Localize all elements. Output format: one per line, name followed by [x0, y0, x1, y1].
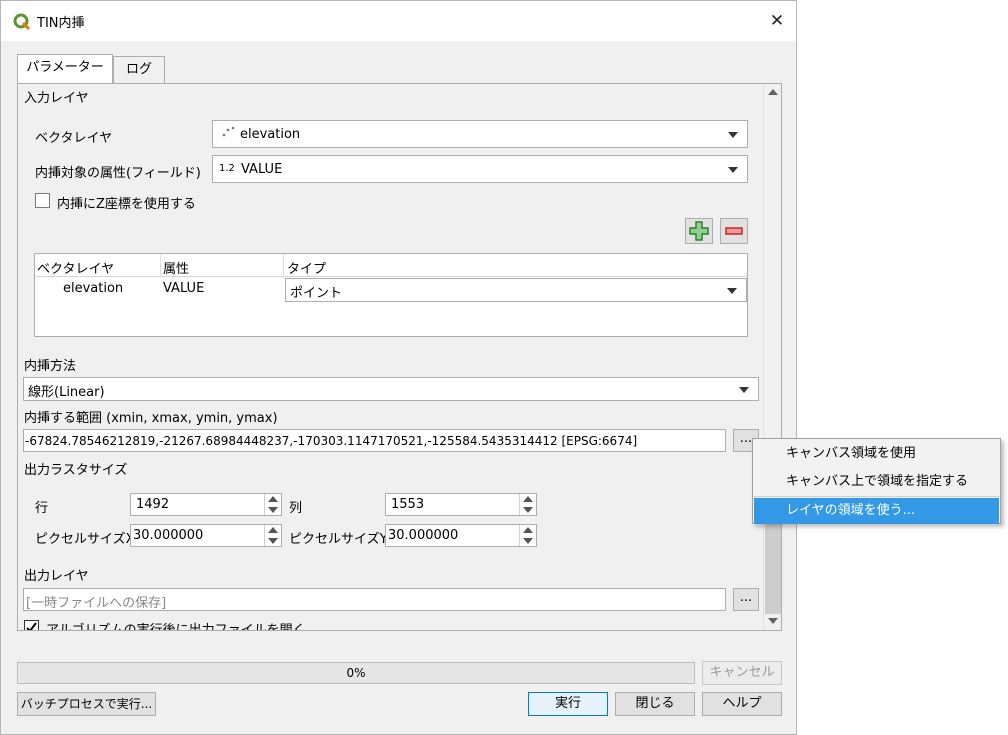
plus-icon: [689, 221, 709, 241]
input-layer-heading: 入力レイヤ: [24, 91, 89, 106]
pixel-size-x-value: 30.000000: [133, 528, 204, 543]
vector-layer-combo[interactable]: elevation: [212, 120, 748, 148]
chevron-down-icon: [728, 132, 738, 138]
rows-spinbox[interactable]: 1492: [130, 493, 282, 516]
menu-separator: [754, 496, 999, 497]
row-attribute: VALUE: [163, 281, 205, 296]
use-z-checkbox[interactable]: [35, 193, 50, 208]
column-header-type[interactable]: タイプ: [287, 258, 326, 277]
chevron-down-icon: [728, 167, 738, 173]
spin-up-icon: [268, 496, 278, 502]
spin-buttons[interactable]: [264, 494, 281, 515]
spin-down-icon: [268, 507, 278, 513]
layers-table: ベクタレイヤ 属性 タイプ elevation VALUE ポイント: [34, 253, 748, 337]
interpolation-method-value: 線形(Linear): [28, 385, 105, 400]
qgis-logo-icon: [13, 13, 31, 31]
output-layer-label: 出力レイヤ: [24, 569, 89, 584]
output-placeholder: [一時ファイルへの保存]: [26, 596, 167, 611]
column-header-attribute[interactable]: 属性: [163, 258, 189, 277]
extent-label: 内挿する範囲 (xmin, xmax, ymin, ymax): [24, 411, 278, 426]
interpolation-method-label: 内挿方法: [24, 359, 77, 374]
scrollbar[interactable]: [763, 84, 781, 630]
run-button[interactable]: 実行: [528, 692, 608, 716]
title-bar: TIN内挿 ✕: [1, 1, 796, 41]
raster-size-label: 出力ラスタサイズ: [24, 463, 128, 478]
help-button[interactable]: ヘルプ: [702, 692, 782, 716]
menu-item-select-on-canvas[interactable]: キャンバス上で領域を指定する: [754, 469, 999, 495]
close-icon[interactable]: ✕: [767, 9, 787, 33]
spin-buttons[interactable]: [519, 494, 536, 515]
extent-value: -67824.78546212819,-21267.68984448237,-1…: [25, 434, 638, 448]
table-row[interactable]: elevation VALUE ポイント: [35, 278, 747, 302]
spin-buttons[interactable]: [264, 525, 281, 546]
remove-layer-button[interactable]: [720, 218, 748, 244]
attribute-value: VALUE: [241, 162, 283, 177]
spin-down-icon: [523, 507, 533, 513]
row-type-combo[interactable]: ポイント: [285, 278, 747, 302]
pixel-size-y-label: ピクセルサイズY: [289, 532, 388, 547]
output-browse-button[interactable]: ...: [733, 588, 759, 611]
batch-process-button[interactable]: バッチプロセスで実行...: [17, 692, 156, 716]
point-layer-icon: [222, 126, 235, 137]
tab-parameters[interactable]: パラメーター: [17, 54, 113, 84]
attribute-label: 内挿対象の属性(フィールド): [35, 166, 201, 181]
close-button[interactable]: 閉じる: [615, 692, 695, 716]
extent-input[interactable]: -67824.78546212819,-21267.68984448237,-1…: [23, 429, 726, 452]
pixel-size-x-spinbox[interactable]: 30.000000: [130, 524, 282, 547]
minus-icon: [725, 227, 743, 235]
progress-bar: 0%: [17, 662, 695, 684]
use-z-label: 内挿にZ座標を使用する: [57, 197, 196, 212]
menu-item-use-layer-extent[interactable]: レイヤの領域を使う...: [754, 498, 999, 524]
rows-label: 行: [35, 501, 49, 516]
pixel-size-y-spinbox[interactable]: 30.000000: [385, 524, 537, 547]
table-header: ベクタレイヤ 属性 タイプ: [35, 254, 747, 277]
vector-layer-value: elevation: [240, 127, 301, 142]
extent-context-menu: キャンバス領域を使用 キャンバス上で領域を指定する レイヤの領域を使う...: [752, 438, 1001, 524]
progress-text: 0%: [346, 666, 366, 680]
spin-down-icon: [523, 538, 533, 544]
menu-item-use-canvas-extent[interactable]: キャンバス領域を使用: [754, 441, 999, 467]
scroll-up-icon[interactable]: [768, 89, 778, 95]
column-header-layer[interactable]: ベクタレイヤ: [37, 258, 114, 277]
open-after-checkbox[interactable]: [24, 620, 39, 630]
spin-buttons[interactable]: [519, 525, 536, 546]
pixel-size-y-value: 30.000000: [388, 528, 459, 543]
chevron-down-icon: [727, 288, 737, 294]
row-layer: elevation: [63, 281, 124, 296]
window-title: TIN内挿: [37, 16, 85, 31]
scrollbar-thumb[interactable]: [765, 524, 781, 614]
scroll-down-icon[interactable]: [768, 618, 778, 624]
cols-value: 1553: [391, 497, 425, 512]
cancel-button[interactable]: キャンセル: [702, 661, 782, 685]
spin-up-icon: [268, 527, 278, 533]
pixel-size-x-label: ピクセルサイズX: [35, 532, 135, 547]
checkmark-icon: [26, 622, 37, 630]
spin-down-icon: [268, 538, 278, 544]
tab-log[interactable]: ログ: [113, 56, 165, 84]
output-file-input[interactable]: [一時ファイルへの保存]: [23, 588, 726, 611]
chevron-down-icon: [739, 387, 749, 393]
vector-layer-label: ベクタレイヤ: [35, 131, 113, 146]
open-after-label: アルゴリズムの実行後に出力ファイルを開く: [46, 619, 306, 630]
cols-spinbox[interactable]: 1553: [385, 493, 537, 516]
add-layer-button[interactable]: [685, 218, 713, 244]
open-after-clip: アルゴリズムの実行後に出力ファイルを開く: [20, 616, 760, 630]
spin-up-icon: [523, 527, 533, 533]
numeric-field-icon: 1.2: [219, 163, 235, 174]
attribute-combo[interactable]: 1.2 VALUE: [212, 155, 748, 183]
interpolation-method-combo[interactable]: 線形(Linear): [23, 377, 759, 401]
spin-up-icon: [523, 496, 533, 502]
cols-label: 列: [289, 501, 303, 516]
rows-value: 1492: [136, 497, 170, 512]
row-type-value: ポイント: [290, 286, 343, 301]
